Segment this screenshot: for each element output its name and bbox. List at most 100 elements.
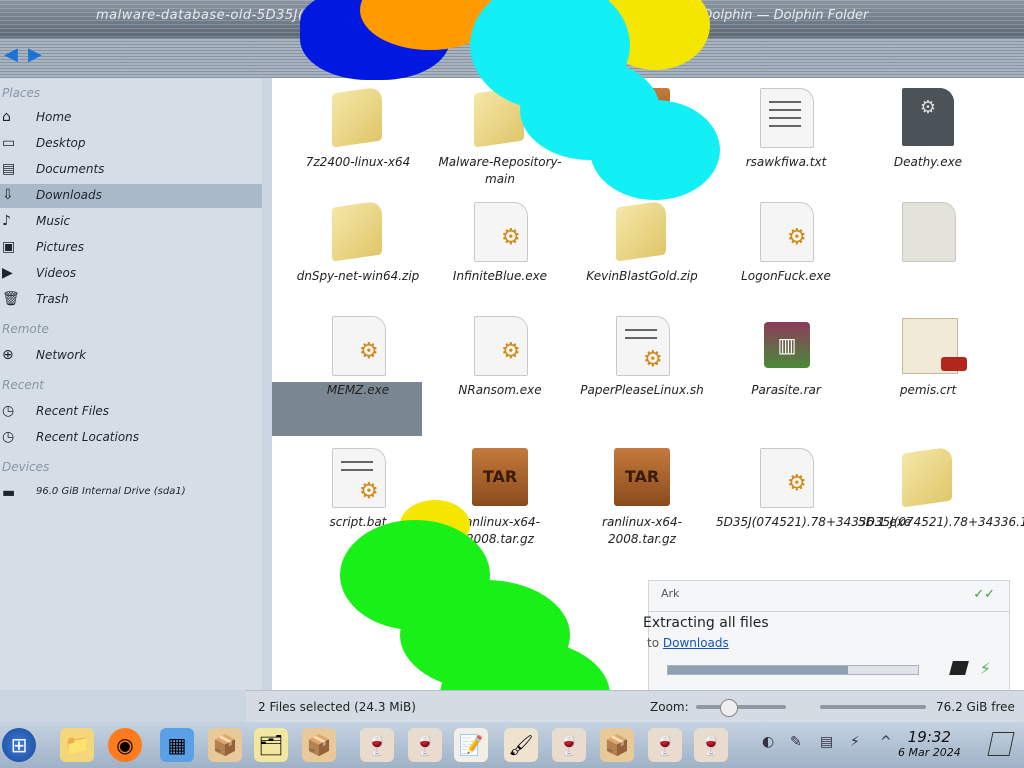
audio-icon[interactable]: ◐ — [762, 734, 774, 750]
sidebar-item-recent-locations[interactable]: ◷ Recent Locations — [0, 426, 262, 450]
wine-taskbar-icon-5[interactable]: 🍷 — [694, 728, 728, 762]
sidebar-item-documents[interactable]: ▤ Documents — [0, 158, 262, 182]
sidebar-item-label: Recent Locations — [36, 430, 140, 444]
sidebar-item-label: 96.0 GiB Internal Drive (sda1) — [36, 486, 186, 497]
forward-icon[interactable]: ▶ — [28, 44, 52, 65]
firefox-taskbar-icon[interactable]: ◉ — [108, 728, 142, 762]
executable-icon: ⚙ — [888, 86, 968, 148]
file-item[interactable]: 7z2400-linux-x64 — [288, 86, 428, 171]
file-item[interactable]: ⚙ NRansom.exe — [430, 314, 570, 399]
sidebar-item-home[interactable]: ⌂ Home — [0, 106, 262, 130]
progress-fill — [668, 666, 848, 674]
selection-status: 2 Files selected (24.3 MiB) — [258, 700, 416, 714]
ark-taskbar-icon[interactable]: 📦 — [208, 728, 242, 762]
zoom-slider-handle[interactable] — [720, 699, 738, 717]
file-item[interactable]: ⚙ MEMZ.exe — [288, 314, 428, 399]
expand-tray-icon[interactable]: ^ — [880, 734, 892, 750]
file-item[interactable]: ⚙ PaperPleaseLinux.sh — [572, 314, 712, 399]
pictures-icon: ▣ — [2, 239, 16, 255]
free-space-text: 76.2 GiB free — [936, 700, 1015, 714]
file-item[interactable]: rsawkfiwa.txt — [716, 86, 856, 171]
sidebar-item-recent-files[interactable]: ◷ Recent Files — [0, 400, 262, 424]
file-item[interactable]: ⚙ 5D35J(074521).78+34336.1.exe — [716, 446, 911, 531]
app-taskbar-icon[interactable]: ▦ — [160, 728, 194, 762]
pause-icon[interactable]: ⚡ — [980, 659, 991, 678]
wine-taskbar-icon-4[interactable]: 🍷 — [648, 728, 682, 762]
wine-taskbar-icon-2[interactable]: 🍷 — [408, 728, 442, 762]
sidebar-item-label: Desktop — [36, 136, 86, 150]
clock-time: 19:32 — [907, 728, 951, 746]
remote-header: Remote — [2, 322, 49, 336]
ark-taskbar-icon-2[interactable]: 📦 — [302, 728, 336, 762]
music-icon: ♪ — [2, 213, 11, 229]
clipboard-icon[interactable]: ▤ — [820, 734, 833, 750]
tray-app-icon[interactable]: ✎ — [790, 734, 802, 750]
sidebar-item-label: Music — [36, 214, 71, 228]
network-tray-icon[interactable]: ⚡ — [850, 734, 860, 750]
wine-taskbar-icon-3[interactable]: 🍷 — [552, 728, 586, 762]
file-item[interactable]: ⚙ InfiniteBlue.exe — [430, 200, 570, 285]
file-item[interactable]: ⚙ Deathy.exe — [858, 86, 998, 171]
notification-app-name: Ark — [661, 587, 680, 600]
sidebar-item-desktop[interactable]: ▭ Desktop — [0, 132, 262, 156]
sidebar-item-drive[interactable]: ▬ 96.0 GiB Internal Drive (sda1) — [0, 482, 262, 506]
downloads-link[interactable]: Downloads — [663, 636, 729, 650]
file-item[interactable]: TAR ranlinux-x64-2008.tar.gz — [572, 446, 712, 548]
file-name: KevinBlastGold.zip — [586, 269, 698, 283]
file-item[interactable]: Malware-Repository-main.zip — [858, 200, 998, 302]
sidebar-item-downloads[interactable]: ⇩ Downloads — [0, 184, 262, 208]
script-icon: ⚙ — [318, 446, 398, 508]
file-item[interactable]: KevinBlastGold.zip — [572, 200, 712, 285]
network-icon: ⊕ — [2, 347, 14, 363]
file-item[interactable]: dnSpy-net-win64.zip — [288, 200, 428, 285]
destination-prefix: to — [647, 636, 660, 650]
videos-icon: ▶ — [2, 265, 13, 281]
file-name: dnSpy-net-win64.zip — [296, 269, 420, 283]
stop-icon[interactable] — [949, 661, 969, 675]
text-file-icon — [746, 86, 826, 148]
brush-taskbar-icon[interactable]: 🖌 — [504, 728, 538, 762]
sidebar-item-network[interactable]: ⊕ Network — [0, 344, 262, 368]
close-icon[interactable]: ✓✓ — [973, 587, 995, 602]
file-item[interactable]: ⚙ LogonFuck.exe — [716, 200, 856, 285]
sidebar-item-label: Network — [36, 348, 87, 362]
clock-date: 6 Mar 2024 — [898, 746, 961, 759]
folder-icon — [318, 200, 398, 262]
folder-icon — [888, 446, 968, 508]
trash-icon: 🗑 — [2, 291, 20, 307]
file-item[interactable]: pemis.crt — [858, 314, 998, 399]
extract-progress-bar — [667, 665, 919, 675]
archive-icon: TAR — [460, 446, 540, 508]
file-name: LogonFuck.exe — [741, 269, 831, 283]
sidebar-item-label: Trash — [36, 292, 69, 306]
file-manager-taskbar-icon[interactable]: 📁 — [60, 728, 94, 762]
recent-header: Recent — [2, 378, 45, 392]
sidebar-item-label: Videos — [36, 266, 77, 280]
devices-header: Devices — [2, 460, 50, 474]
glitch-blob-cyan-3 — [590, 100, 720, 200]
sidebar-item-music[interactable]: ♪ Music — [0, 210, 262, 234]
back-icon[interactable]: ◀ — [4, 44, 28, 65]
file-name: PaperPleaseLinux.sh — [580, 383, 704, 397]
clock[interactable]: 19:32 6 Mar 2024 — [898, 728, 961, 759]
drive-icon: ▬ — [2, 485, 16, 501]
status-bar: 2 Files selected (24.3 MiB) Zoom: 76.2 G… — [246, 690, 1024, 723]
wine-taskbar-icon[interactable]: 🍷 — [360, 728, 394, 762]
zoom-label: Zoom: — [650, 700, 689, 714]
script-icon: ⚙ — [602, 314, 682, 376]
sidebar-item-videos[interactable]: ▶ Videos — [0, 262, 262, 286]
file-item[interactable]: ▥ Parasite.rar — [716, 314, 856, 399]
sidebar-item-pictures[interactable]: ▣ Pictures — [0, 236, 262, 260]
notes-taskbar-icon[interactable]: 📝 — [454, 728, 488, 762]
file-name: pemis.crt — [899, 383, 957, 397]
zoom-slider[interactable] — [696, 699, 786, 717]
ark-taskbar-icon-3[interactable]: 📦 — [600, 728, 634, 762]
start-button[interactable]: ⊞ — [2, 728, 36, 762]
archive-taskbar-icon[interactable]: 🗂 — [254, 728, 288, 762]
file-item[interactable]: 5D35J(074521).78+34336.1.zip — [858, 446, 1024, 531]
sidebar-item-trash[interactable]: 🗑 Trash — [0, 288, 262, 312]
show-desktop-button[interactable] — [987, 732, 1015, 756]
file-name: InfiniteBlue.exe — [452, 269, 548, 283]
sidebar-item-label: Pictures — [36, 240, 85, 254]
file-name: Malware-Repository-main — [438, 155, 562, 186]
